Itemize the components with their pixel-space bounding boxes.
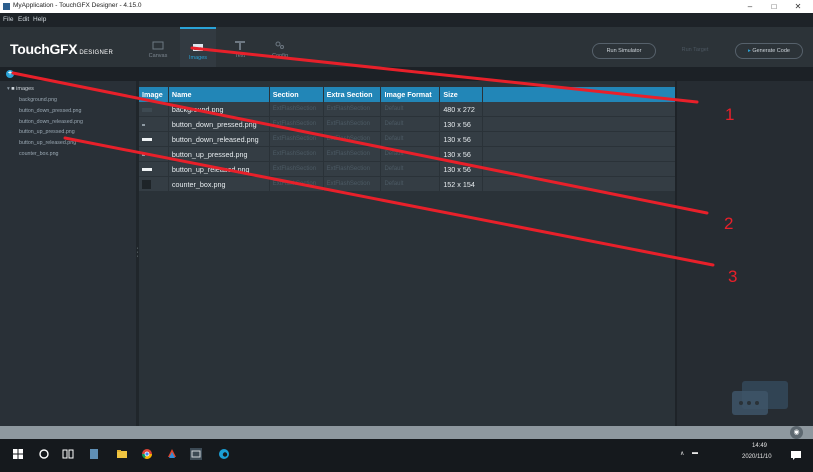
annotation-label-3: 3 xyxy=(728,267,737,286)
annotation-arrow-1 xyxy=(190,46,699,104)
annotation-arrow-3 xyxy=(63,136,715,267)
annotation-label-1: 1 xyxy=(725,105,734,124)
annotation-label-2: 2 xyxy=(724,214,733,233)
annotation-arrow-2 xyxy=(11,71,709,215)
annotation-overlay: 1 2 3 xyxy=(11,46,737,286)
